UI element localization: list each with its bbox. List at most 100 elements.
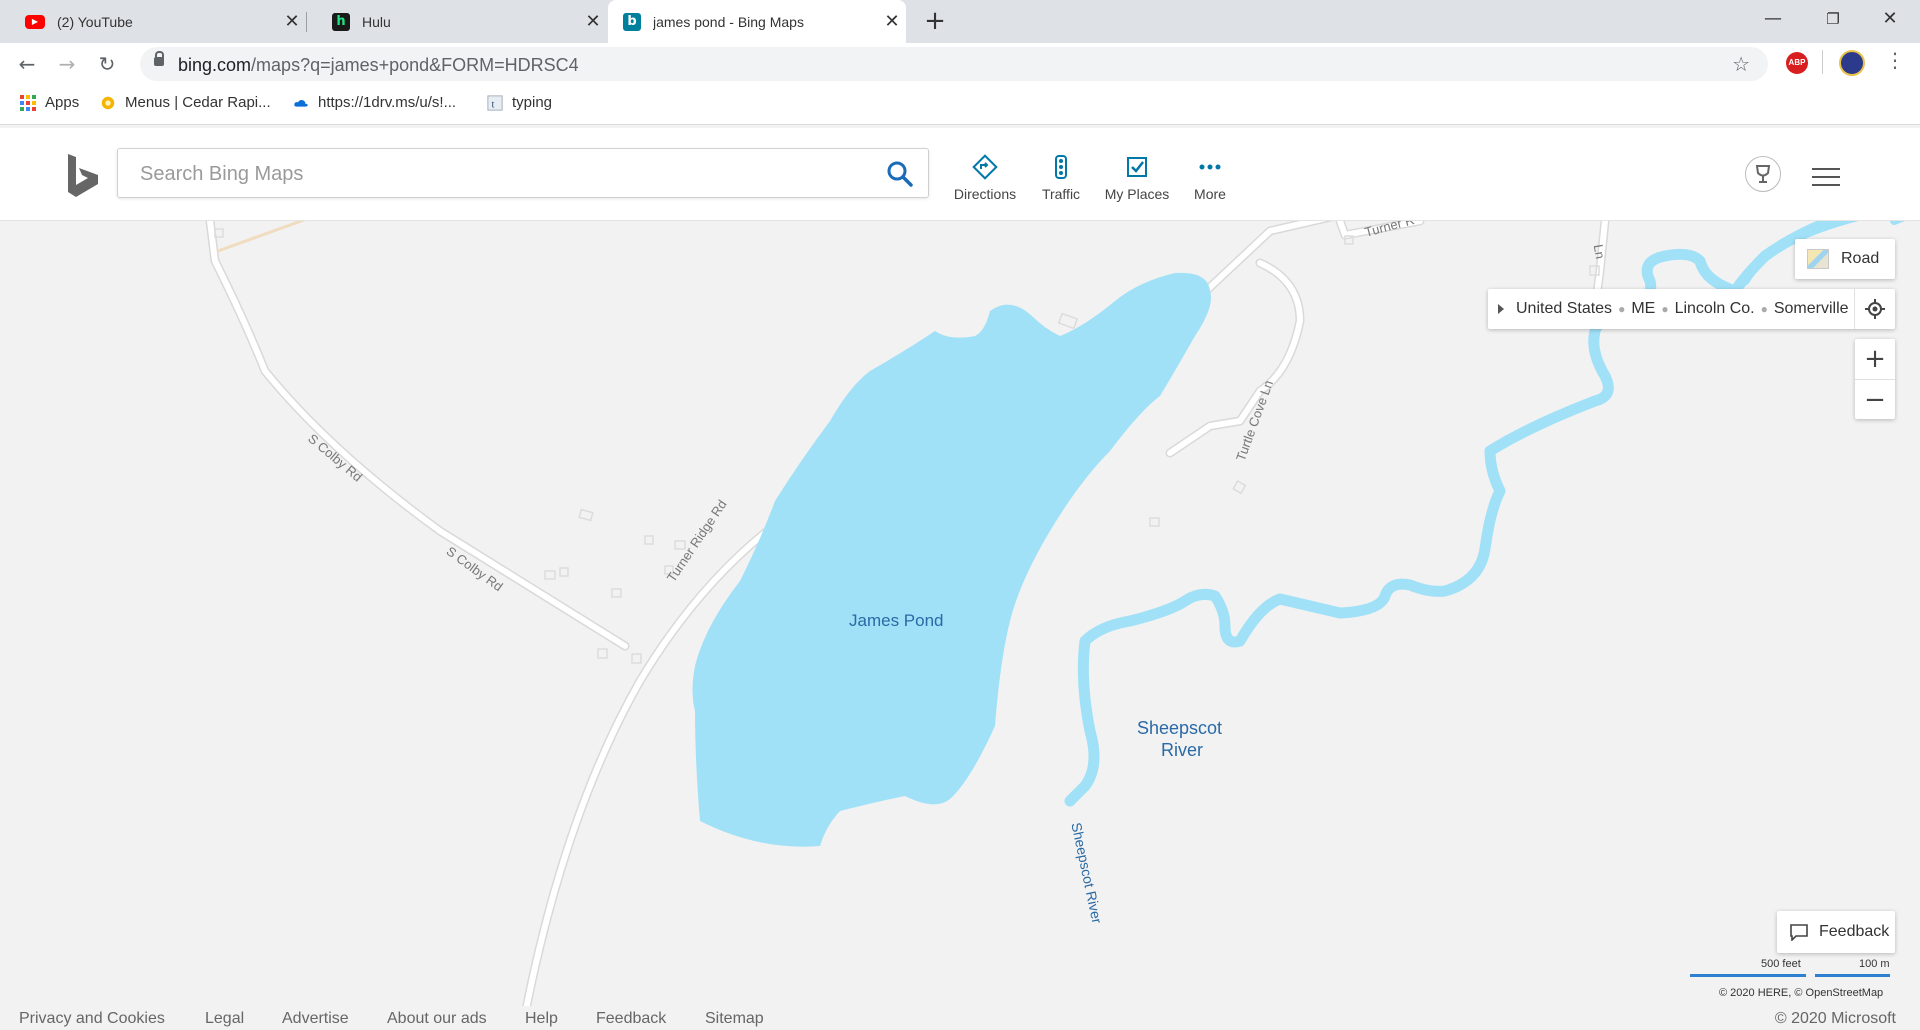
footer-link-help[interactable]: Help — [525, 1010, 558, 1028]
footer-link-advertise[interactable]: Advertise — [282, 1010, 349, 1028]
bookmark-typing[interactable]: t typing — [487, 94, 552, 111]
browser-toolbar: ← → ↻ bing.com/maps?q=james+pond&FORM=HD… — [0, 43, 1920, 84]
traffic-label: Traffic — [1041, 186, 1081, 202]
apps-grid-icon — [20, 94, 36, 111]
tab-bing-maps[interactable]: b james pond - Bing Maps ✕ — [608, 0, 906, 43]
bookmark-label: Menus | Cedar Rapi... — [125, 94, 271, 111]
breadcrumb-town[interactable]: Somerville — [1774, 300, 1849, 318]
traffic-icon — [1055, 155, 1067, 179]
river-label-line1[interactable]: Sheepscot — [1137, 718, 1222, 739]
url-path: /maps?q=james+pond&FORM=HDRSC4 — [251, 55, 579, 75]
bing-header: Directions Traffic My Places More — [0, 128, 1920, 221]
search-icon[interactable] — [884, 158, 916, 190]
tab-title: Hulu — [362, 13, 391, 30]
lake-label-james-pond[interactable]: James Pond — [849, 611, 944, 631]
more-label: More — [1194, 186, 1226, 202]
tab-title: (2) YouTube — [57, 13, 133, 30]
scale-imperial-label: 500 feet — [1761, 958, 1801, 970]
more-button[interactable]: More — [1170, 154, 1250, 202]
zoom-controls: + − — [1855, 339, 1895, 419]
bookmark-menus[interactable]: Menus | Cedar Rapi... — [100, 94, 271, 111]
url-text[interactable]: bing.com/maps?q=james+pond&FORM=HDRSC4 — [178, 55, 579, 76]
forward-button[interactable]: → — [50, 47, 84, 81]
traffic-button[interactable]: Traffic — [1021, 154, 1101, 202]
zoom-out-button[interactable]: − — [1855, 380, 1895, 420]
directions-button[interactable]: Directions — [945, 154, 1025, 202]
search-box[interactable] — [117, 148, 929, 198]
tab-youtube[interactable]: ▶ (2) YouTube ✕ — [0, 0, 306, 43]
bookmark-label: typing — [512, 94, 553, 111]
feedback-label: Feedback — [1819, 923, 1890, 940]
footer-link-legal[interactable]: Legal — [205, 1010, 244, 1028]
bookmark-star-icon[interactable]: ☆ — [1732, 52, 1750, 76]
youtube-icon: ▶ — [25, 14, 45, 29]
lock-icon — [154, 51, 164, 66]
road-label-ln-top: Ln — [1590, 243, 1608, 261]
footer-link-about-ads[interactable]: About our ads — [387, 1010, 487, 1028]
locate-me-icon — [1865, 299, 1885, 319]
map-feedback-button[interactable]: Feedback — [1777, 911, 1895, 953]
hulu-icon: h — [332, 12, 350, 31]
bing-logo[interactable] — [66, 152, 100, 198]
location-breadcrumb: United States ● ME ● Lincoln Co. ● Somer… — [1488, 289, 1895, 329]
footer-link-feedback[interactable]: Feedback — [596, 1010, 666, 1028]
restore-button[interactable]: ❐ — [1805, 0, 1861, 40]
bookmark-apps[interactable]: Apps — [20, 94, 79, 111]
map-base-layer — [205, 221, 1906, 1006]
onedrive-icon — [294, 99, 308, 107]
tab-title: james pond - Bing Maps — [653, 13, 804, 30]
my-places-label: My Places — [1104, 186, 1170, 202]
breadcrumb-separator: ● — [1661, 302, 1669, 316]
close-icon[interactable]: ✕ — [878, 11, 906, 32]
breadcrumb-state[interactable]: ME — [1631, 300, 1655, 318]
feedback-icon — [1790, 924, 1808, 941]
back-button[interactable]: ← — [10, 47, 44, 81]
zoom-in-button[interactable]: + — [1855, 339, 1895, 379]
rewards-trophy-icon[interactable] — [1745, 156, 1781, 192]
bookmarks-bar: Apps Menus | Cedar Rapi... https://1drv.… — [0, 84, 1920, 125]
river-label-line2[interactable]: River — [1161, 740, 1203, 761]
road-style-thumbnail-icon — [1807, 249, 1829, 269]
bookmark-label: Apps — [45, 94, 80, 111]
scale-bar-metric — [1815, 974, 1890, 977]
hamburger-menu-icon[interactable] — [1812, 168, 1840, 192]
scale-bar-imperial — [1690, 974, 1806, 977]
map-canvas[interactable]: S Colby Rd S Colby Rd Turner Ridge Rd Tu… — [0, 221, 1920, 1006]
breadcrumb-expand-icon[interactable] — [1498, 304, 1504, 314]
reload-button[interactable]: ↻ — [90, 47, 124, 81]
locate-me-button[interactable] — [1854, 289, 1895, 329]
footer-link-privacy[interactable]: Privacy and Cookies — [19, 1010, 165, 1028]
close-icon[interactable]: ✕ — [579, 11, 607, 32]
my-places-icon — [1127, 157, 1147, 177]
restaurant-icon — [101, 96, 115, 109]
address-bar[interactable]: bing.com/maps?q=james+pond&FORM=HDRSC4 ☆ — [140, 47, 1768, 81]
footer-copyright: © 2020 Microsoft — [1774, 1010, 1896, 1027]
map-style-button[interactable]: Road — [1795, 239, 1895, 279]
bookmark-onedrive[interactable]: https://1drv.ms/u/s!... — [293, 94, 456, 111]
svg-text:t: t — [491, 99, 494, 110]
breadcrumb-separator: ● — [1618, 302, 1626, 316]
window-close-button[interactable]: ✕ — [1862, 0, 1918, 40]
search-input[interactable] — [138, 159, 842, 189]
adblock-extension-icon[interactable]: ABP — [1786, 52, 1808, 74]
typing-icon: t — [487, 94, 503, 111]
map-attribution: © 2020 HERE, © OpenStreetMap — [1719, 987, 1884, 999]
james-pond-water — [692, 272, 1211, 847]
new-tab-button[interactable]: + — [920, 6, 950, 36]
url-host: bing.com — [178, 55, 252, 75]
directions-label: Directions — [953, 186, 1017, 202]
footer-link-sitemap[interactable]: Sitemap — [705, 1010, 764, 1028]
s-colby-rd — [207, 221, 628, 649]
breadcrumb-county[interactable]: Lincoln Co. — [1675, 300, 1755, 318]
my-places-button[interactable]: My Places — [1097, 154, 1177, 202]
browser-tab-strip: ▶ (2) YouTube ✕ h Hulu ✕ b james pond - … — [0, 0, 1920, 43]
breadcrumb-country[interactable]: United States — [1516, 300, 1612, 318]
scale-metric-label: 100 m — [1859, 958, 1890, 970]
tab-hulu[interactable]: h Hulu ✕ — [307, 0, 607, 43]
minimize-button[interactable]: — — [1745, 0, 1801, 40]
profile-avatar[interactable] — [1839, 50, 1865, 76]
page-footer: Privacy and Cookies Legal Advertise Abou… — [0, 1006, 1920, 1030]
close-icon[interactable]: ✕ — [278, 11, 306, 32]
map-style-label: Road — [1841, 250, 1880, 267]
browser-menu-icon[interactable]: ⋮ — [1885, 48, 1905, 72]
